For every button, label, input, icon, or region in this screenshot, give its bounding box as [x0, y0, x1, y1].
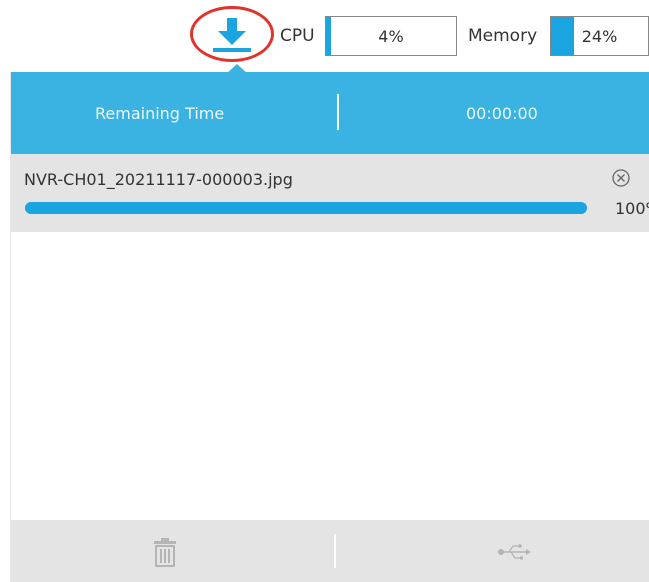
toolbar: CPU 4% Memory 24%: [0, 0, 649, 72]
memory-meter: 24%: [550, 16, 649, 56]
remaining-time-value: 00:00:00: [466, 104, 538, 123]
cancel-circle-icon[interactable]: [611, 168, 631, 188]
cpu-meter: 4%: [325, 16, 457, 56]
memory-value: 24%: [581, 27, 618, 46]
download-icon: [213, 18, 251, 52]
header-divider: [337, 94, 339, 130]
list-item: NVR-CH01_20211117-000003.jpg: [11, 154, 649, 232]
footer-divider: [334, 534, 336, 568]
memory-label: Memory: [468, 26, 538, 46]
usb-icon[interactable]: [496, 542, 532, 562]
file-name: NVR-CH01_20211117-000003.jpg: [24, 170, 293, 189]
remaining-time-label: Remaining Time: [95, 104, 225, 123]
panel-footer: [11, 520, 649, 582]
download-panel: Remaining Time 00:00:00 NVR-CH01_2021111…: [10, 72, 649, 582]
download-progress-percent: 100%: [615, 199, 649, 218]
trash-icon[interactable]: [151, 537, 179, 567]
cpu-value: 4%: [378, 27, 404, 46]
download-progress-bar: [25, 202, 587, 214]
panel-header: Remaining Time 00:00:00: [11, 72, 649, 154]
cpu-label: CPU: [280, 26, 315, 46]
download-progress-fill: [25, 202, 587, 214]
download-button[interactable]: [190, 6, 278, 66]
